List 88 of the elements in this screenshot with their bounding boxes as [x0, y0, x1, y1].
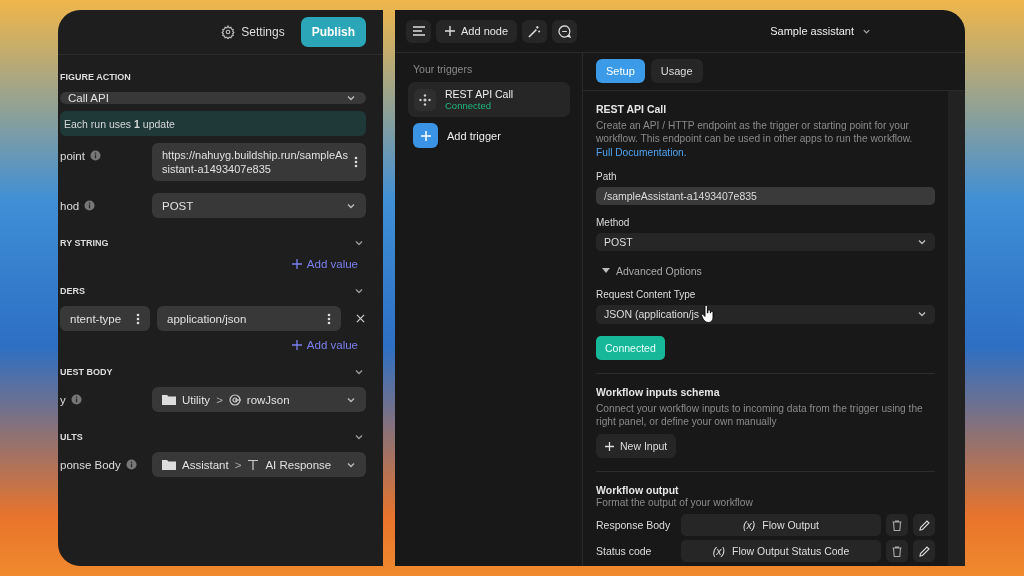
- description-text: Connect your workflow inputs to incoming data from the trigger using the right panel, or define your own manually: [596, 401, 924, 428]
- delete-button[interactable]: [886, 540, 908, 562]
- magic-wand-icon: [528, 24, 542, 38]
- section-title: Workflow inputs schema: [596, 385, 720, 398]
- add-node-button[interactable]: Add node: [436, 19, 518, 43]
- trigger-item[interactable]: REST API Call Connected: [408, 82, 570, 117]
- plus-icon: [291, 340, 302, 350]
- method-select[interactable]: POST: [152, 193, 366, 218]
- menu-icon: [412, 26, 425, 36]
- magic-wand-button[interactable]: [522, 19, 548, 43]
- chevron-down-icon: [346, 93, 356, 103]
- chevron-down-icon[interactable]: [354, 432, 364, 442]
- section-title: DERS: [60, 286, 85, 296]
- usage-notice: Each run uses 1 update: [64, 117, 175, 130]
- content-type-select[interactable]: JSON (application/js: [596, 305, 935, 324]
- output-value-field[interactable]: (x) Flow Output Status Code: [681, 540, 881, 562]
- field-label: Method: [596, 217, 630, 228]
- action-select[interactable]: Call API: [60, 92, 366, 104]
- trash-icon: [892, 545, 902, 557]
- advanced-options-toggle[interactable]: Advanced Options: [596, 265, 702, 278]
- header-value-field[interactable]: application/json: [157, 306, 341, 331]
- info-icon: [89, 150, 101, 161]
- output-label: Response Body: [596, 519, 672, 531]
- section-title: UEST BODY: [60, 367, 113, 377]
- output-label: Status code: [596, 545, 653, 557]
- info-icon: [70, 394, 82, 405]
- edit-button[interactable]: [913, 514, 935, 536]
- pencil-icon: [918, 545, 930, 557]
- hand-cursor-icon: [701, 305, 716, 324]
- triggers-heading: Your triggers: [412, 63, 474, 75]
- edit-button[interactable]: [913, 540, 935, 562]
- field-label: point: [60, 149, 85, 162]
- plus-icon: [291, 259, 302, 269]
- value-select[interactable]: Utility > rowJson: [152, 387, 366, 412]
- workflow-name-dropdown[interactable]: Sample assistant: [764, 24, 877, 38]
- api-node-icon: [414, 88, 436, 111]
- chat-button[interactable]: [552, 19, 578, 43]
- trigger-name: REST API Call: [445, 88, 514, 100]
- add-trigger-button[interactable]: Add trigger: [408, 123, 501, 148]
- field-label: ponse Body: [60, 458, 121, 471]
- plus-icon: [413, 123, 438, 148]
- plus-icon: [605, 441, 614, 451]
- folder-icon: [162, 394, 176, 405]
- settings-button[interactable]: Settings: [217, 21, 289, 43]
- plus-icon: [445, 26, 455, 36]
- chevron-down-icon[interactable]: [354, 286, 364, 296]
- chevron-down-icon[interactable]: [354, 238, 364, 248]
- section-title: REST API Call: [596, 103, 667, 115]
- more-icon: [354, 156, 358, 168]
- section-title: Workflow output: [596, 484, 679, 496]
- add-value-link[interactable]: Add value: [289, 256, 360, 272]
- add-value-link[interactable]: Add value: [289, 337, 360, 353]
- documentation-link[interactable]: Full Documentation.: [596, 145, 687, 159]
- caret-down-icon: [602, 268, 610, 275]
- text-type-icon: [247, 458, 260, 471]
- path-field[interactable]: /sampleAssistant-a1493407e835: [596, 186, 935, 205]
- endpoint-field[interactable]: https://nahuyg.buildship.run/sampleAssistant-a1493407e835: [152, 143, 366, 181]
- field-label: y: [60, 393, 66, 406]
- section-subtitle: Format the output of your workflow: [596, 497, 753, 508]
- value-select[interactable]: Assistant > AI Response: [152, 452, 366, 477]
- scrollbar-track[interactable]: [948, 91, 965, 566]
- section-title: FIGURE ACTION: [60, 72, 131, 82]
- description-text: Create an API / HTTP endpoint as the trigger or starting point for your workflow. This endpoint can be used in other apps to run the workflow.: [596, 119, 914, 146]
- menu-button[interactable]: [406, 19, 431, 43]
- settings-icon: [221, 25, 236, 39]
- field-label: hod: [60, 199, 80, 212]
- field-label: Request Content Type: [596, 289, 696, 301]
- more-icon: [327, 312, 331, 325]
- target-icon: [228, 393, 241, 406]
- new-input-button[interactable]: New Input: [596, 434, 677, 458]
- output-value-field[interactable]: (x) Flow Output: [681, 514, 881, 536]
- tab[interactable]: Usage: [650, 59, 703, 83]
- section-title: RY STRING: [60, 238, 109, 248]
- chevron-down-icon[interactable]: [354, 367, 364, 377]
- delete-button[interactable]: [886, 514, 908, 536]
- trigger-status: Connected: [445, 100, 492, 111]
- section-title: ULTS: [60, 432, 83, 442]
- method-select[interactable]: POST: [596, 233, 935, 252]
- chat-bubble-icon: [558, 24, 572, 38]
- more-icon: [136, 312, 140, 325]
- header-key-field[interactable]: ntent-type: [60, 306, 150, 331]
- pencil-icon: [918, 519, 930, 531]
- folder-icon: [162, 459, 176, 470]
- trash-icon: [892, 519, 902, 531]
- info-icon: [84, 200, 96, 211]
- close-icon[interactable]: [356, 314, 365, 323]
- field-label: Path: [596, 170, 617, 182]
- info-icon: [125, 459, 137, 470]
